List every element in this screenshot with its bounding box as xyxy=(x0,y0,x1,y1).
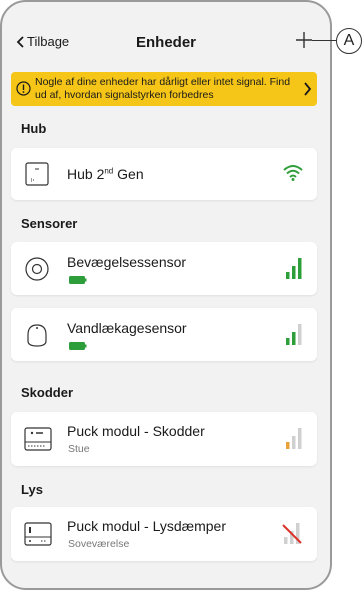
header: Tilbage Enheder xyxy=(2,2,330,60)
battery-full-icon xyxy=(69,342,87,350)
phone-frame: Tilbage Enheder Nogle af dine enheder ha… xyxy=(0,0,332,590)
signal-warning-banner[interactable]: Nogle af dine enheder har dårligt eller … xyxy=(11,72,317,106)
chevron-right-icon xyxy=(304,82,312,96)
signal-strong-icon xyxy=(286,258,302,279)
add-device-button[interactable] xyxy=(294,30,314,50)
device-room-shutter-module: Stue xyxy=(68,443,90,455)
banner-text: Nogle af dine enheder har dårligt eller … xyxy=(35,76,291,101)
device-name-motion-sensor: Bevægelsessensor xyxy=(67,254,187,270)
device-name-dimmer-module: Puck modul - Lysdæmper xyxy=(67,518,226,534)
device-room-dimmer-module: Soveværelse xyxy=(68,538,130,550)
device-name-shutter-module: Puck modul - Skodder xyxy=(67,423,205,439)
puck-module-icon xyxy=(24,427,52,451)
motion-sensor-icon xyxy=(25,257,49,281)
battery-full-icon xyxy=(69,276,87,284)
section-hub-heading: Hub xyxy=(21,121,47,136)
section-lights-heading: Lys xyxy=(21,482,43,497)
section-sensors-heading: Sensorer xyxy=(21,216,78,231)
no-signal-icon xyxy=(282,523,302,544)
warning-icon xyxy=(16,81,31,96)
device-card-shutter-module[interactable]: Puck modul - Skodder Stue xyxy=(11,412,317,466)
device-name-hub: Hub 2nd Gen xyxy=(67,166,144,182)
device-card-hub[interactable]: Hub 2nd Gen xyxy=(11,148,317,200)
wifi-signal-icon xyxy=(283,165,303,181)
device-name-leak-sensor: Vandlækagesensor xyxy=(67,320,187,336)
hub-device-icon xyxy=(25,162,49,186)
device-card-leak-sensor[interactable]: Vandlækagesensor xyxy=(11,308,317,361)
page-title: Enheder xyxy=(135,34,196,51)
signal-medium-icon xyxy=(286,324,302,345)
signal-weak-icon xyxy=(286,428,302,449)
callout-leader-line xyxy=(312,40,336,41)
puck-dimmer-icon xyxy=(24,522,52,546)
leak-sensor-icon xyxy=(27,324,47,347)
section-shutters-heading: Skodder xyxy=(21,385,74,400)
callout-a: A xyxy=(336,28,362,54)
device-card-motion-sensor[interactable]: Bevægelsessensor xyxy=(11,242,317,295)
device-card-dimmer-module[interactable]: Puck modul - Lysdæmper Soveværelse xyxy=(11,507,317,561)
